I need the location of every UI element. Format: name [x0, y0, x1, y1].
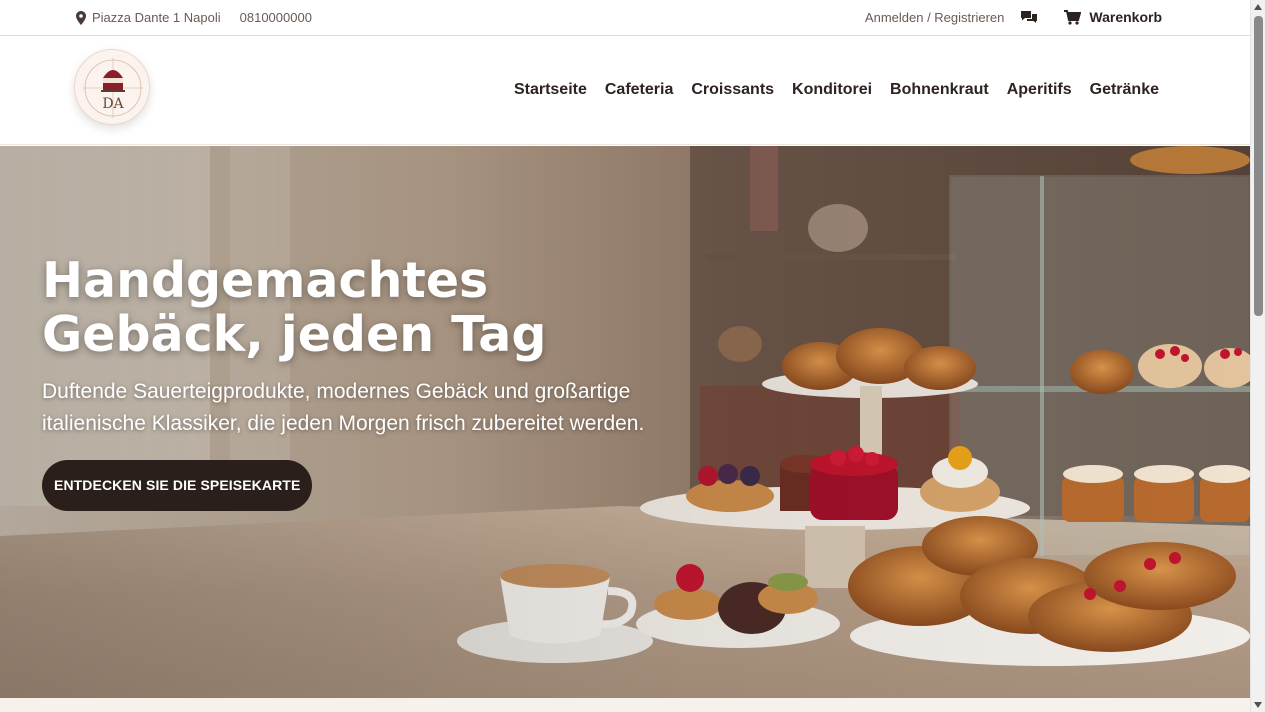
top-info-bar: Piazza Dante 1 Napoli 0810000000 Anmelde… [0, 0, 1250, 36]
hero-subtitle-line-1: Duftende Sauerteigprodukte, modernes Geb… [42, 380, 631, 403]
contact-info: Piazza Dante 1 Napoli 0810000000 [76, 10, 312, 25]
cart-label: Warenkorb [1089, 9, 1162, 25]
nav-bohnenkraut[interactable]: Bohnenkraut [890, 81, 989, 99]
address-text: Piazza Dante 1 Napoli [92, 10, 221, 25]
explore-menu-button[interactable]: ENTDECKEN SIE DIE SPEISEKARTE [42, 460, 313, 511]
nav-cafeteria[interactable]: Cafeteria [605, 81, 673, 99]
hero-subtitle-line-2: italienische Klassiker, die jeden Morgen… [42, 412, 645, 435]
hero-title: Handgemachtes Gebäck, jeden Tag [42, 254, 546, 362]
scroll-down-arrow-icon[interactable] [1254, 702, 1262, 708]
nav-startseite[interactable]: Startseite [514, 81, 587, 99]
svg-text:DA: DA [102, 96, 124, 112]
phone-number: 0810000000 [239, 10, 312, 25]
cart-button[interactable]: Warenkorb [1064, 9, 1162, 25]
main-navigation: Startseite Cafeteria Croissants Konditor… [496, 81, 1159, 99]
page-scrollbar[interactable] [1250, 0, 1265, 712]
shopping-cart-icon [1064, 9, 1082, 25]
site-logo[interactable]: DA [74, 49, 150, 125]
scrollbar-thumb[interactable] [1254, 16, 1263, 316]
cake-logo-icon: DA [83, 58, 143, 118]
nav-getraenke[interactable]: Getränke [1090, 81, 1159, 99]
hero-title-line-2: Gebäck, jeden Tag [42, 306, 547, 363]
nav-konditorei[interactable]: Konditorei [792, 81, 872, 99]
next-section-edge [0, 698, 1250, 712]
chat-bubbles-icon[interactable] [1020, 10, 1038, 24]
nav-croissants[interactable]: Croissants [691, 81, 774, 99]
map-pin-icon [76, 10, 86, 25]
scroll-up-arrow-icon[interactable] [1254, 4, 1262, 10]
hero-subtitle: Duftende Sauerteigprodukte, modernes Geb… [42, 376, 742, 440]
hero-title-line-1: Handgemachtes [42, 252, 489, 309]
nav-aperitifs[interactable]: Aperitifs [1007, 81, 1072, 99]
hero-section: Handgemachtes Gebäck, jeden Tag Duftende… [0, 146, 1250, 698]
login-register-link[interactable]: Anmelden / Registrieren [865, 10, 1004, 25]
account-actions: Anmelden / Registrieren Warenkorb [865, 9, 1162, 25]
main-header: DA Startseite Cafeteria Croissants Kondi… [0, 37, 1250, 145]
